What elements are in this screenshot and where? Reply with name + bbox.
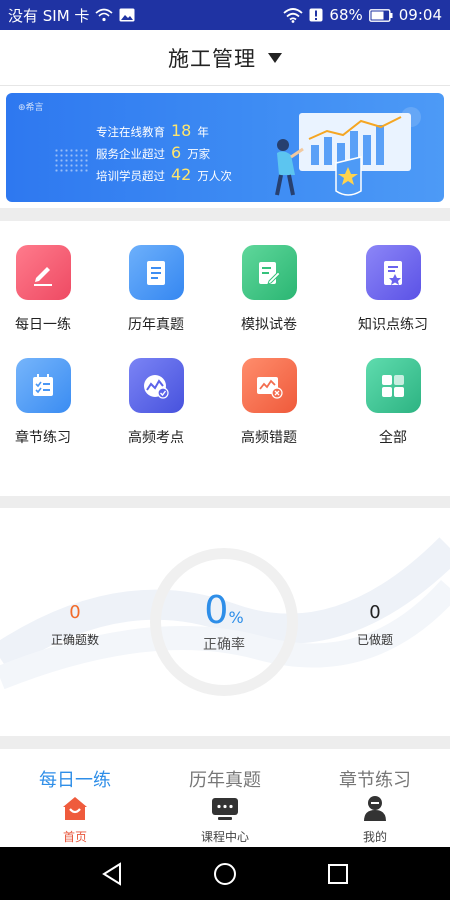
- nav-course-center[interactable]: 课程中心: [150, 792, 300, 845]
- battery-percent: 68%: [329, 6, 363, 24]
- accuracy-label: 正确率: [203, 637, 245, 653]
- accuracy-value: 0%: [204, 588, 244, 632]
- clock: 09:04: [398, 6, 442, 24]
- correct-count-value: 0: [69, 602, 81, 623]
- correct-count-label: 正确题数: [50, 633, 99, 647]
- image-icon: [119, 8, 135, 22]
- grid-item-high-freq-points[interactable]: 高频考点: [100, 358, 212, 447]
- alert-icon: [309, 8, 323, 22]
- pencil-icon: [15, 245, 71, 300]
- system-nav-bar: [0, 847, 450, 900]
- star-note-icon: [365, 245, 421, 300]
- wifi-icon: [283, 7, 304, 23]
- page-title[interactable]: 施工管理: [168, 43, 256, 73]
- nav-home[interactable]: 首页: [0, 792, 150, 845]
- done-count-value: 0: [369, 602, 381, 623]
- carrier-text: 没有 SIM 卡: [8, 6, 90, 25]
- grid-item-all[interactable]: 全部: [337, 358, 449, 447]
- done-count-stat: 0 已做题: [325, 602, 425, 648]
- nav-profile[interactable]: 我的: [300, 792, 450, 845]
- nav-profile-label: 我的: [362, 830, 387, 844]
- grid-item-label: 知识点练习: [358, 317, 428, 333]
- course-icon: [150, 792, 300, 824]
- correct-count-stat: 0 正确题数: [25, 602, 125, 648]
- grid-item-high-freq-errors[interactable]: 高频错题: [213, 358, 325, 447]
- document-icon: [128, 245, 184, 300]
- error-chart-icon: [241, 358, 297, 413]
- app-header[interactable]: 施工管理: [0, 30, 450, 86]
- grid-item-knowledge-practice[interactable]: 知识点练习: [337, 245, 449, 334]
- stats-section: 0 正确题数 0% 正确率 0 已做题: [0, 508, 450, 736]
- checklist-icon: [15, 358, 71, 413]
- banner-logo: ⊕希言: [18, 103, 44, 113]
- battery-icon: [368, 8, 393, 22]
- feature-grid: 每日一练 历年真题 模拟试卷 知识点练习 章节练习 高频考点 高频错题 全部: [0, 221, 450, 496]
- banner-dots-decoration: [54, 148, 88, 172]
- profile-icon: [300, 792, 450, 824]
- promo-banner[interactable]: ⊕希言 专注在线教育 18 年 服务企业超过 6 万家 培训学员超过 42 万人次: [6, 93, 444, 202]
- nav-course-label: 课程中心: [200, 830, 249, 844]
- tab-daily-practice[interactable]: 每日一练: [0, 766, 150, 792]
- banner-section: ⊕希言 专注在线教育 18 年 服务企业超过 6 万家 培训学员超过 42 万人次: [0, 86, 450, 208]
- grid-icon: [365, 358, 421, 413]
- grid-item-label: 历年真题: [128, 317, 184, 333]
- grid-item-label: 模拟试卷: [241, 317, 297, 333]
- done-count-label: 已做题: [356, 633, 393, 647]
- banner-line: 专注在线教育 18 年: [96, 121, 209, 140]
- grid-item-label: 每日一练: [15, 317, 71, 333]
- banner-line: 培训学员超过 42 万人次: [96, 165, 232, 184]
- dropdown-caret-icon[interactable]: [268, 52, 282, 63]
- grid-item-chapter-practice[interactable]: 章节练习: [0, 358, 99, 447]
- back-icon[interactable]: [98, 860, 126, 888]
- grid-item-past-exams[interactable]: 历年真题: [100, 245, 212, 334]
- home-icon: [0, 792, 150, 824]
- banner-illustration-icon: [275, 107, 421, 196]
- grid-item-label: 高频考点: [128, 430, 184, 446]
- paper-edit-icon: [241, 245, 297, 300]
- grid-item-label: 全部: [379, 430, 407, 446]
- grid-item-label: 章节练习: [15, 430, 71, 446]
- tab-past-exams[interactable]: 历年真题: [150, 766, 300, 792]
- home-button-icon[interactable]: [211, 860, 239, 888]
- grid-item-mock-exam[interactable]: 模拟试卷: [213, 245, 325, 334]
- tab-chapter-practice[interactable]: 章节练习: [300, 766, 450, 792]
- grid-item-daily-practice[interactable]: 每日一练: [0, 245, 99, 334]
- grid-item-label: 高频错题: [241, 430, 297, 446]
- banner-line: 服务企业超过 6 万家: [96, 143, 211, 162]
- recents-icon[interactable]: [324, 860, 352, 888]
- status-bar: 没有 SIM 卡 68% 09:04: [0, 0, 450, 30]
- wifi-question-icon: [95, 8, 113, 22]
- bottom-area: 每日一练 历年真题 章节练习 首页 课程中心 我的: [0, 749, 450, 847]
- nav-home-label: 首页: [62, 830, 87, 844]
- chart-check-icon: [128, 358, 184, 413]
- accuracy-stat: 0% 正确率: [150, 588, 298, 654]
